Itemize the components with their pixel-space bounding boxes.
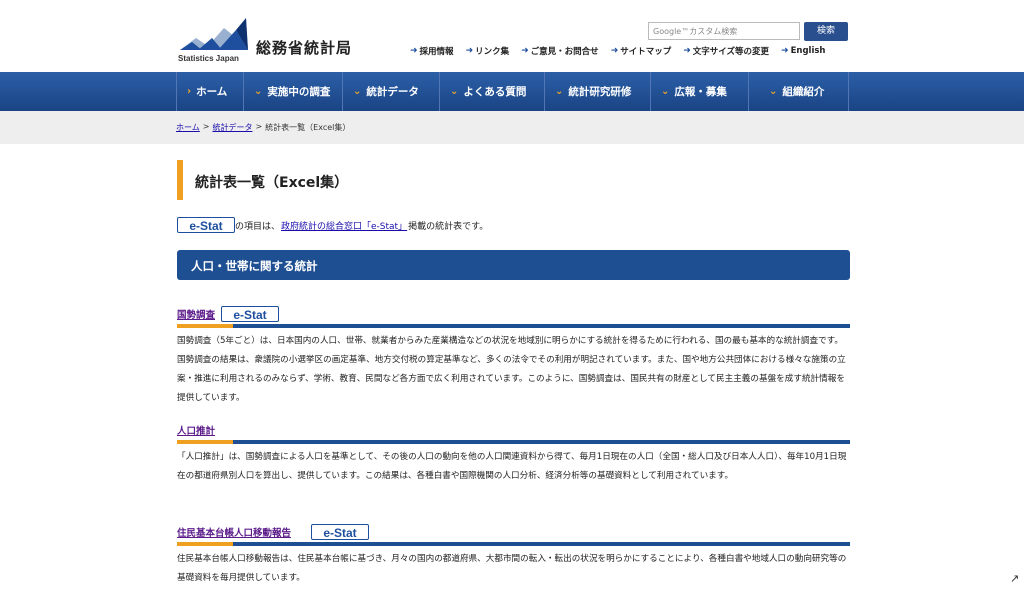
chevron-down-icon: ⌄ (353, 86, 362, 97)
subsection-header-census: 国勢調査 e-Stat (177, 298, 850, 328)
page-title: 統計表一覧（Excel集） (195, 175, 349, 191)
subsection-header-migration-report: 住民基本台帳人口移動報告 e-Stat (177, 516, 850, 546)
search-button[interactable]: 検索 (804, 22, 848, 41)
nav-item-faq[interactable]: ⌄ よくある質問 (440, 72, 545, 111)
subsection-link-migration-report[interactable]: 住民基本台帳人口移動報告 (177, 525, 291, 539)
chevron-down-icon: ⌄ (254, 86, 263, 97)
util-link-links[interactable]: ➜ リンク集 (466, 45, 510, 57)
util-link-english[interactable]: ➜ English (781, 45, 825, 57)
site-header: 総務省統計局 Statistics Japan Google™カスタム検索 検索… (0, 0, 1024, 72)
subsection-text-migration-report: 住民基本台帳人口移動報告は、住民基本台帳に基づき、月々の国内の都道府県、大都市間… (177, 554, 847, 583)
nav-item-pr[interactable]: ⌄ 広報・募集 (651, 72, 749, 111)
estat-badge[interactable]: e-Stat (311, 524, 369, 540)
arrow-right-icon: ➜ (610, 46, 619, 56)
arrow-right-icon: ➜ (781, 46, 789, 56)
chevron-down-icon: ⌄ (661, 86, 670, 97)
chevron-down-icon: ⌄ (450, 86, 459, 97)
section-header: 人口・世帯に関する統計 (177, 250, 850, 280)
nav-item-surveys[interactable]: ⌄ 実施中の調査 (244, 72, 343, 111)
util-link-contact[interactable]: ➜ ご意見・お問合せ (521, 45, 599, 57)
chevron-right-icon: › (187, 86, 192, 97)
page-title-box: 統計表一覧（Excel集） (177, 160, 850, 200)
subsection-text-population-estimates: 「人口推計」は、国勢調査による人口を基準として、その後の人口の動向を他の人口関連… (177, 452, 847, 481)
global-nav: › ホーム ⌄ 実施中の調査 ⌄ 統計データ ⌄ よくある質問 ⌄ 統計研究研修 ⌄ 広報・… (0, 72, 1024, 111)
subsection-link-population-estimates[interactable]: 人口推計 (177, 423, 215, 437)
logo-text-jp: 総務省統計局 (256, 39, 353, 57)
arrow-right-icon: ➜ (410, 46, 418, 56)
arrow-right-icon: ➜ (521, 46, 529, 56)
divider (177, 542, 233, 546)
logo-text-en: Statistics Japan (178, 54, 239, 63)
search-input[interactable]: Google™カスタム検索 (648, 22, 800, 40)
nav-item-organization[interactable]: ⌄ 組織紹介 (749, 72, 849, 111)
estat-note: e-Stat の項目は、 政府統計の総合窓口「e-Stat」 掲載の統計表です。 (177, 216, 488, 234)
breadcrumb: ホーム > 統計データ > 統計表一覧（Excel集） (176, 122, 351, 133)
site-logo[interactable]: 総務省統計局 Statistics Japan (178, 16, 368, 66)
util-link-sitemap[interactable]: ➜ サイトマップ (611, 45, 672, 57)
chevron-down-icon: ⌄ (769, 86, 778, 97)
estat-link[interactable]: 政府統計の総合窓口「e-Stat」 (281, 219, 407, 232)
estat-badge[interactable]: e-Stat (221, 306, 279, 322)
divider (177, 324, 233, 328)
divider (233, 324, 850, 328)
divider (177, 440, 233, 444)
breadcrumb-data[interactable]: 統計データ (212, 122, 252, 133)
arrow-right-icon: ➜ (683, 46, 691, 56)
divider (233, 440, 850, 444)
page-corner-arrow-icon: ↗ (1010, 572, 1020, 585)
nav-item-home[interactable]: › ホーム (176, 72, 244, 111)
estat-badge: e-Stat (177, 217, 235, 233)
subsection-text-census: 国勢調査（5年ごと）は、日本国内の人口、世帯、就業者からみた産業構造などの状況を… (177, 336, 846, 403)
section-title: 人口・世帯に関する統計 (191, 259, 318, 273)
divider (233, 542, 850, 546)
arrow-right-icon: ➜ (465, 46, 474, 56)
utility-links: ➜ 採用情報 ➜ リンク集 ➜ ご意見・お問合せ ➜ サイトマップ ➜ 文字サイズ等の変更… (410, 45, 825, 57)
nav-item-statistics-data[interactable]: ⌄ 統計データ (343, 72, 440, 111)
subsection-link-census[interactable]: 国勢調査 (177, 307, 215, 321)
subsection-header-population-estimates: 人口推計 (177, 414, 850, 444)
util-link-recruit[interactable]: ➜ 採用情報 (410, 45, 454, 57)
breadcrumb-bar: ホーム > 統計データ > 統計表一覧（Excel集） (0, 111, 1024, 144)
logo-mark-icon (180, 18, 248, 50)
chevron-down-icon: ⌄ (555, 86, 564, 97)
nav-item-training[interactable]: ⌄ 統計研究研修 (545, 72, 651, 111)
util-link-font-size[interactable]: ➜ 文字サイズ等の変更 (683, 45, 769, 57)
breadcrumb-current: 統計表一覧（Excel集） (265, 123, 351, 132)
breadcrumb-home[interactable]: ホーム (176, 122, 200, 133)
